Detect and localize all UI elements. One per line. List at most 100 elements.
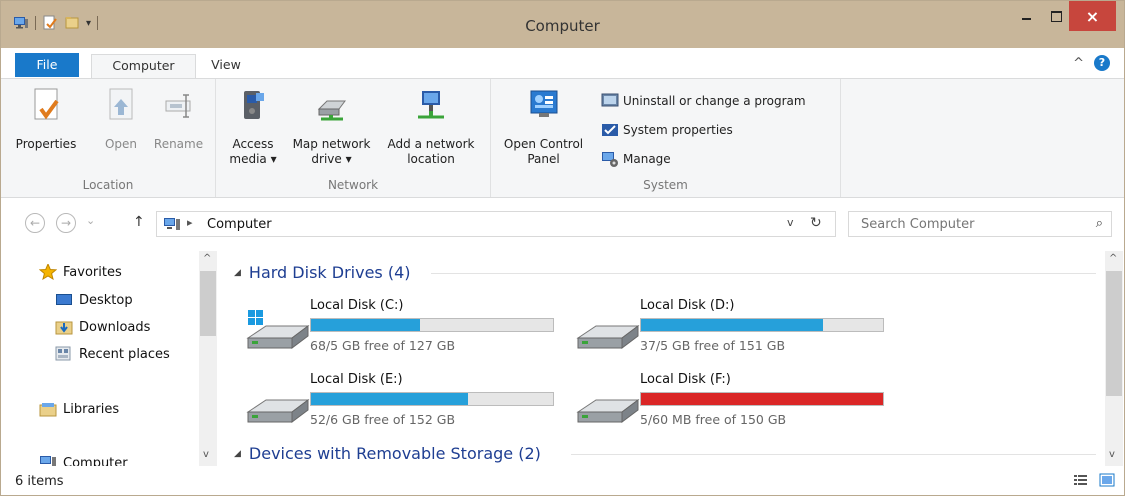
navigation-pane: Favorites Desktop Downloads Recent place… bbox=[13, 248, 218, 466]
section-divider bbox=[571, 454, 1096, 455]
rename-label: Rename bbox=[153, 137, 204, 151]
status-bar: 6 items bbox=[1, 468, 1124, 495]
tab-file[interactable]: File bbox=[15, 53, 79, 77]
drive-usage-fill bbox=[641, 393, 883, 405]
system-properties-button[interactable]: System properties bbox=[601, 121, 733, 139]
downloads-icon bbox=[55, 321, 73, 335]
drive-usage-fill bbox=[311, 319, 420, 331]
desktop-icon bbox=[56, 294, 72, 305]
manage-icon bbox=[602, 152, 618, 167]
maximize-button[interactable] bbox=[1041, 1, 1071, 31]
search-box[interactable]: ⌕ bbox=[848, 211, 1112, 237]
scroll-down-icon[interactable]: v bbox=[203, 449, 209, 460]
add-network-location-label-2: location bbox=[407, 152, 455, 166]
computer-icon bbox=[164, 218, 180, 230]
item-count: 6 items bbox=[15, 474, 64, 489]
navigation-pane-scrollbar[interactable]: ^ v bbox=[199, 251, 217, 466]
up-button[interactable]: ↑ bbox=[133, 214, 145, 230]
section-hard-disk-drives[interactable]: ◢ Hard Disk Drives (4) bbox=[234, 263, 411, 282]
nav-recent-places[interactable]: Recent places bbox=[55, 346, 170, 362]
open-control-panel-label: Open Control bbox=[503, 137, 584, 151]
nav-favorites[interactable]: Favorites bbox=[39, 264, 122, 280]
help-icon[interactable]: ? bbox=[1094, 55, 1110, 71]
scroll-up-icon[interactable]: ^ bbox=[1109, 253, 1117, 264]
add-network-location-button[interactable]: Add a network location bbox=[381, 87, 481, 167]
scroll-down-icon[interactable]: v bbox=[1109, 449, 1115, 460]
access-media-label: Access bbox=[232, 137, 274, 151]
drive-usage-fill bbox=[311, 393, 469, 405]
rename-button[interactable]: Rename bbox=[151, 87, 206, 152]
nav-downloads[interactable]: Downloads bbox=[55, 319, 150, 335]
nav-libraries-label: Libraries bbox=[63, 401, 120, 417]
breadcrumb-separator[interactable]: ▸ bbox=[187, 216, 193, 229]
nav-favorites-label: Favorites bbox=[63, 264, 122, 280]
drive-free-space: 5/60 MB free of 150 GB bbox=[640, 412, 787, 427]
collapse-triangle-icon[interactable]: ◢ bbox=[234, 268, 241, 278]
scrollbar-thumb[interactable] bbox=[200, 271, 216, 336]
tab-view[interactable]: View bbox=[201, 54, 251, 78]
open-control-panel-button[interactable]: Open Control Panel bbox=[496, 87, 591, 167]
system-properties-label: System properties bbox=[623, 123, 733, 137]
close-icon: × bbox=[1085, 6, 1100, 26]
drive-item[interactable]: Local Disk (F:) 5/60 MB free of 150 GB bbox=[576, 372, 896, 432]
network-group-label: Network bbox=[327, 178, 379, 192]
content-scrollbar[interactable]: ^ v bbox=[1105, 251, 1123, 466]
navigation-bar: ← → ⌄ ↑ ▸ Computer v ↻ ⌕ bbox=[1, 204, 1124, 242]
drive-usage-bar bbox=[310, 392, 554, 406]
properties-button[interactable]: Properties bbox=[11, 87, 81, 152]
drive-item[interactable]: Local Disk (C:) 68/5 GB free of 127 GB bbox=[246, 298, 566, 358]
system-group: Open Control Panel Uninstall or change a… bbox=[491, 79, 841, 197]
location-group: Properties Open Rename Location bbox=[1, 79, 216, 197]
map-network-drive-button[interactable]: Map network drive ▾ bbox=[284, 87, 379, 167]
map-network-drive-label: Map network bbox=[292, 137, 371, 151]
nav-desktop[interactable]: Desktop bbox=[55, 292, 133, 308]
details-view-icon[interactable] bbox=[1073, 473, 1089, 487]
tab-computer[interactable]: Computer bbox=[91, 54, 196, 79]
section-hard-disk-drives-label: Hard Disk Drives (4) bbox=[248, 263, 411, 282]
window-title: Computer bbox=[525, 17, 600, 35]
computer-icon bbox=[40, 456, 56, 466]
drive-item[interactable]: Local Disk (D:) 37/5 GB free of 151 GB bbox=[576, 298, 896, 358]
control-panel-icon bbox=[530, 90, 557, 117]
ribbon: Properties Open Rename Location Access m… bbox=[1, 78, 1124, 198]
ribbon-controls: ^ ? bbox=[1073, 55, 1110, 71]
hard-drive-icon bbox=[576, 325, 640, 349]
system-properties-icon bbox=[602, 124, 618, 136]
large-icons-view-icon[interactable] bbox=[1099, 473, 1115, 487]
refresh-icon[interactable]: ↻ bbox=[810, 215, 822, 231]
manage-button[interactable]: Manage bbox=[601, 150, 671, 168]
drive-usage-bar bbox=[310, 318, 554, 332]
close-button[interactable]: × bbox=[1069, 1, 1116, 31]
section-divider bbox=[431, 273, 1096, 274]
address-bar[interactable]: ▸ Computer v ↻ bbox=[156, 211, 836, 237]
scrollbar-thumb[interactable] bbox=[1106, 271, 1122, 396]
access-media-label-2: media ▾ bbox=[229, 152, 277, 166]
drive-item[interactable]: Local Disk (E:) 52/6 GB free of 152 GB bbox=[246, 372, 566, 432]
back-button[interactable]: ← bbox=[25, 213, 45, 233]
hard-drive-icon bbox=[246, 399, 310, 423]
section-removable-storage[interactable]: ◢ Devices with Removable Storage (2) bbox=[234, 444, 541, 463]
recent-locations-icon[interactable]: ⌄ bbox=[86, 214, 95, 227]
manage-label: Manage bbox=[623, 152, 671, 166]
nav-libraries[interactable]: Libraries bbox=[39, 401, 119, 417]
search-input[interactable] bbox=[849, 212, 1085, 236]
scroll-up-icon[interactable]: ^ bbox=[203, 253, 211, 264]
open-control-panel-label-2: Panel bbox=[527, 152, 560, 166]
collapse-triangle-icon[interactable]: ◢ bbox=[234, 449, 241, 459]
title-bar: ▾ Computer × bbox=[1, 1, 1124, 48]
uninstall-program-button[interactable]: Uninstall or change a program bbox=[601, 92, 806, 110]
search-icon[interactable]: ⌕ bbox=[1096, 216, 1103, 231]
properties-icon bbox=[34, 88, 59, 120]
access-media-button[interactable]: Access media ▾ bbox=[228, 87, 278, 167]
star-icon bbox=[39, 264, 57, 280]
uninstall-label: Uninstall or change a program bbox=[623, 94, 806, 108]
minimize-button[interactable] bbox=[1011, 1, 1041, 31]
forward-button[interactable]: → bbox=[56, 213, 76, 233]
address-dropdown-icon[interactable]: v bbox=[787, 216, 794, 229]
drive-usage-fill bbox=[641, 319, 823, 331]
collapse-ribbon-icon[interactable]: ^ bbox=[1073, 56, 1084, 71]
drive-name: Local Disk (F:) bbox=[640, 372, 731, 387]
open-button[interactable]: Open bbox=[101, 87, 141, 152]
nav-computer[interactable]: Computer bbox=[39, 455, 128, 466]
breadcrumb-computer[interactable]: Computer bbox=[207, 217, 272, 232]
